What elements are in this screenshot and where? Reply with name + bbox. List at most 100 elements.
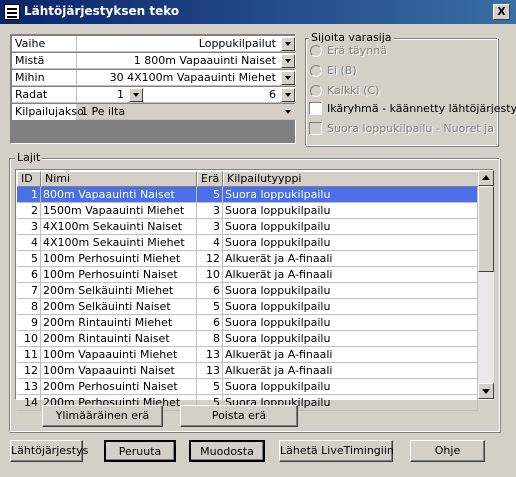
arrow-down-icon — [482, 389, 490, 394]
prop-row-kilpailujakso[interactable]: Kilpailujakso 1 Pe ilta — [12, 104, 296, 120]
cell-kilpailutyyppi: Suora loppukilpailu — [223, 235, 478, 250]
cell-kilpailutyyppi: Suora loppukilpailu — [223, 203, 478, 218]
table-row[interactable]: 8 200m Selkäuinti Naiset 5 Suora loppukilpa… — [17, 299, 478, 315]
scroll-down-button[interactable] — [478, 383, 494, 399]
cell-era: 10 — [197, 267, 223, 282]
cell-kilpailutyyppi: Suora loppukilpailu — [223, 219, 478, 234]
prop-row-mista[interactable]: Mistä 1 800m Vapaauinti Naiset — [12, 53, 296, 69]
column-header-id[interactable]: ID — [17, 171, 41, 187]
cell-era: 13 — [197, 363, 223, 378]
cell-nimi: 800m Vapaauinti Naiset — [41, 187, 197, 202]
radat-from-dropdown-button[interactable] — [129, 88, 143, 102]
table-row[interactable]: 13 200m Perhosuinti Naiset 5 Suora loppukil… — [17, 379, 478, 395]
table-row[interactable]: 6 100m Perhosuinti Naiset 10 Alkuerät ja A-… — [17, 267, 478, 283]
cell-nimi: 200m Perhosuinti Naiset — [41, 379, 197, 394]
table-row[interactable]: 10 200m Rintauinti Naiset 8 Suora loppukilp… — [17, 331, 478, 347]
mihin-dropdown-button[interactable] — [281, 71, 295, 85]
prop-row-radat[interactable]: Radat 1 6 — [12, 87, 296, 103]
scroll-up-button[interactable] — [478, 170, 494, 186]
cell-nimi: 4X100m Sekauinti Miehet — [41, 235, 197, 250]
radat-to-dropdown-button[interactable] — [281, 88, 295, 102]
prop-row-mihin[interactable]: Mihin 30 4X100m Vapaauinti Miehet — [12, 70, 296, 86]
cell-id: 10 — [17, 331, 41, 346]
cell-id: 12 — [17, 363, 41, 378]
checkbox-ikaryhma[interactable] — [309, 102, 322, 115]
prop-label: Kilpailujakso — [12, 104, 84, 120]
cell-era: 3 — [197, 219, 223, 234]
send-livetiming-button[interactable]: Lähetä LiveTimingiin — [279, 440, 394, 462]
start-order-button[interactable]: Lähtöjärjestys — [10, 440, 88, 462]
cell-era: 6 — [197, 283, 223, 298]
cell-id: 5 — [17, 251, 41, 266]
extra-heat-button[interactable]: Ylimääräinen erä — [42, 405, 163, 427]
kilpailujakso-dropdown-button[interactable] — [281, 105, 295, 119]
cell-kilpailutyyppi: Suora loppukilpailu — [223, 299, 478, 314]
cell-kilpailutyyppi: Suora loppukilpailu — [223, 379, 478, 394]
prop-label: Mistä — [12, 53, 77, 69]
radio-kaikki-c[interactable] — [310, 85, 322, 97]
radat-from-value: 1 — [117, 88, 124, 101]
table-row[interactable]: 12 100m Vapaauinti Naiset 13 Alkuerät ja A-… — [17, 363, 478, 379]
table-row[interactable]: 4 4X100m Sekauinti Miehet 4 Suora loppukilp… — [17, 235, 478, 251]
prop-label: Radat — [12, 87, 77, 103]
properties-panel: Vaihe Loppukilpailut Mistä 1 800m Vapaau… — [10, 34, 296, 144]
table-row[interactable]: 3 4X100m Sekauinti Naiset 3 Suora loppukilp… — [17, 219, 478, 235]
radio-label: Kaikki (C) — [327, 84, 380, 97]
column-header-nimi[interactable]: Nimi — [41, 171, 197, 187]
radat-to-value: 6 — [269, 88, 276, 101]
table-row[interactable]: 11 100m Vapaauinti Miehet 13 Alkuerät ja A-… — [17, 347, 478, 363]
cell-id: 6 — [17, 267, 41, 282]
cell-kilpailutyyppi: Alkuerät ja A-finaali — [223, 363, 478, 378]
cell-id: 9 — [17, 315, 41, 330]
cell-era: 5 — [197, 187, 223, 202]
cell-era: 12 — [197, 251, 223, 266]
cell-id: 11 — [17, 347, 41, 362]
mista-dropdown-button[interactable] — [281, 54, 295, 68]
close-button[interactable]: X — [493, 4, 510, 20]
prop-value-mista: 1 800m Vapaauinti Naiset — [133, 54, 276, 67]
window-title: Lähtöjärjestyksen teko — [24, 4, 180, 18]
radio-era-taynna[interactable] — [310, 45, 322, 57]
events-group-title: Lajit — [15, 151, 43, 164]
cell-id: 1 — [17, 187, 41, 202]
cell-nimi: 200m Rintauinti Naiset — [41, 331, 197, 346]
cell-kilpailutyyppi: Suora loppukilpailu — [223, 283, 478, 298]
events-list[interactable]: ID Nimi Erä Kilpailutyyppi 1 800m Vapaaui… — [15, 169, 494, 411]
column-header-era[interactable]: Erä — [197, 171, 223, 187]
cell-kilpailutyyppi: Suora loppukilpailu — [223, 315, 478, 330]
cell-era: 5 — [197, 379, 223, 394]
cell-nimi: 1500m Vapaauinti Miehet — [41, 203, 197, 218]
cell-era: 3 — [197, 203, 223, 218]
cell-kilpailutyyppi: Suora loppukilpailu — [223, 331, 478, 346]
vaihe-dropdown-button[interactable] — [281, 37, 295, 51]
table-row[interactable]: 9 200m Rintauinti Miehet 6 Suora loppukilpa… — [17, 315, 478, 331]
cancel-button[interactable]: Peruuta — [104, 440, 176, 462]
table-row[interactable]: 2 1500m Vapaauinti Miehet 3 Suora loppukilp… — [17, 203, 478, 219]
prop-label: Mihin — [12, 70, 77, 86]
cell-kilpailutyyppi: Suora loppukilpailu — [223, 187, 478, 202]
prop-value-mihin: 30 4X100m Vapaauinti Miehet — [109, 71, 276, 84]
cell-id: 2 — [17, 203, 41, 218]
checkbox-label: Suora loppukilpailu - Nuoret ja Aikuis — [327, 122, 497, 135]
remove-heat-button[interactable]: Poista erä — [180, 405, 298, 427]
column-header-kilpailutyyppi[interactable]: Kilpailutyyppi — [223, 171, 479, 187]
cell-nimi: 100m Perhosuinti Miehet — [41, 251, 197, 266]
vertical-scrollbar[interactable] — [478, 170, 494, 399]
create-button[interactable]: Muodosta — [189, 440, 265, 462]
prop-row-vaihe[interactable]: Vaihe Loppukilpailut — [12, 36, 296, 52]
checkbox-label: Ikäryhmä - käännetty lähtöjärjestys — [327, 102, 516, 115]
help-button[interactable]: Ohje — [410, 440, 485, 462]
app-icon — [4, 4, 20, 20]
table-row[interactable]: 7 200m Selkäuinti Miehet 6 Suora loppukilpa… — [17, 283, 478, 299]
radio-ei-b[interactable] — [310, 65, 322, 77]
checkbox-suora-loppukilpailu[interactable] — [309, 122, 322, 135]
scroll-thumb[interactable] — [478, 186, 494, 272]
cell-id: 3 — [17, 219, 41, 234]
table-row[interactable]: 1 800m Vapaauinti Naiset 5 Suora loppukilpa… — [17, 187, 478, 203]
cell-kilpailutyyppi: Alkuerät ja A-finaali — [223, 347, 478, 362]
table-row[interactable]: 5 100m Perhosuinti Miehet 12 Alkuerät ja A-… — [17, 251, 478, 267]
cell-nimi: 100m Vapaauinti Naiset — [41, 363, 197, 378]
title-bar[interactable]: Lähtöjärjestyksen teko X — [0, 0, 516, 24]
cell-kilpailutyyppi: Alkuerät ja A-finaali — [223, 251, 478, 266]
arrow-up-icon — [482, 175, 490, 180]
